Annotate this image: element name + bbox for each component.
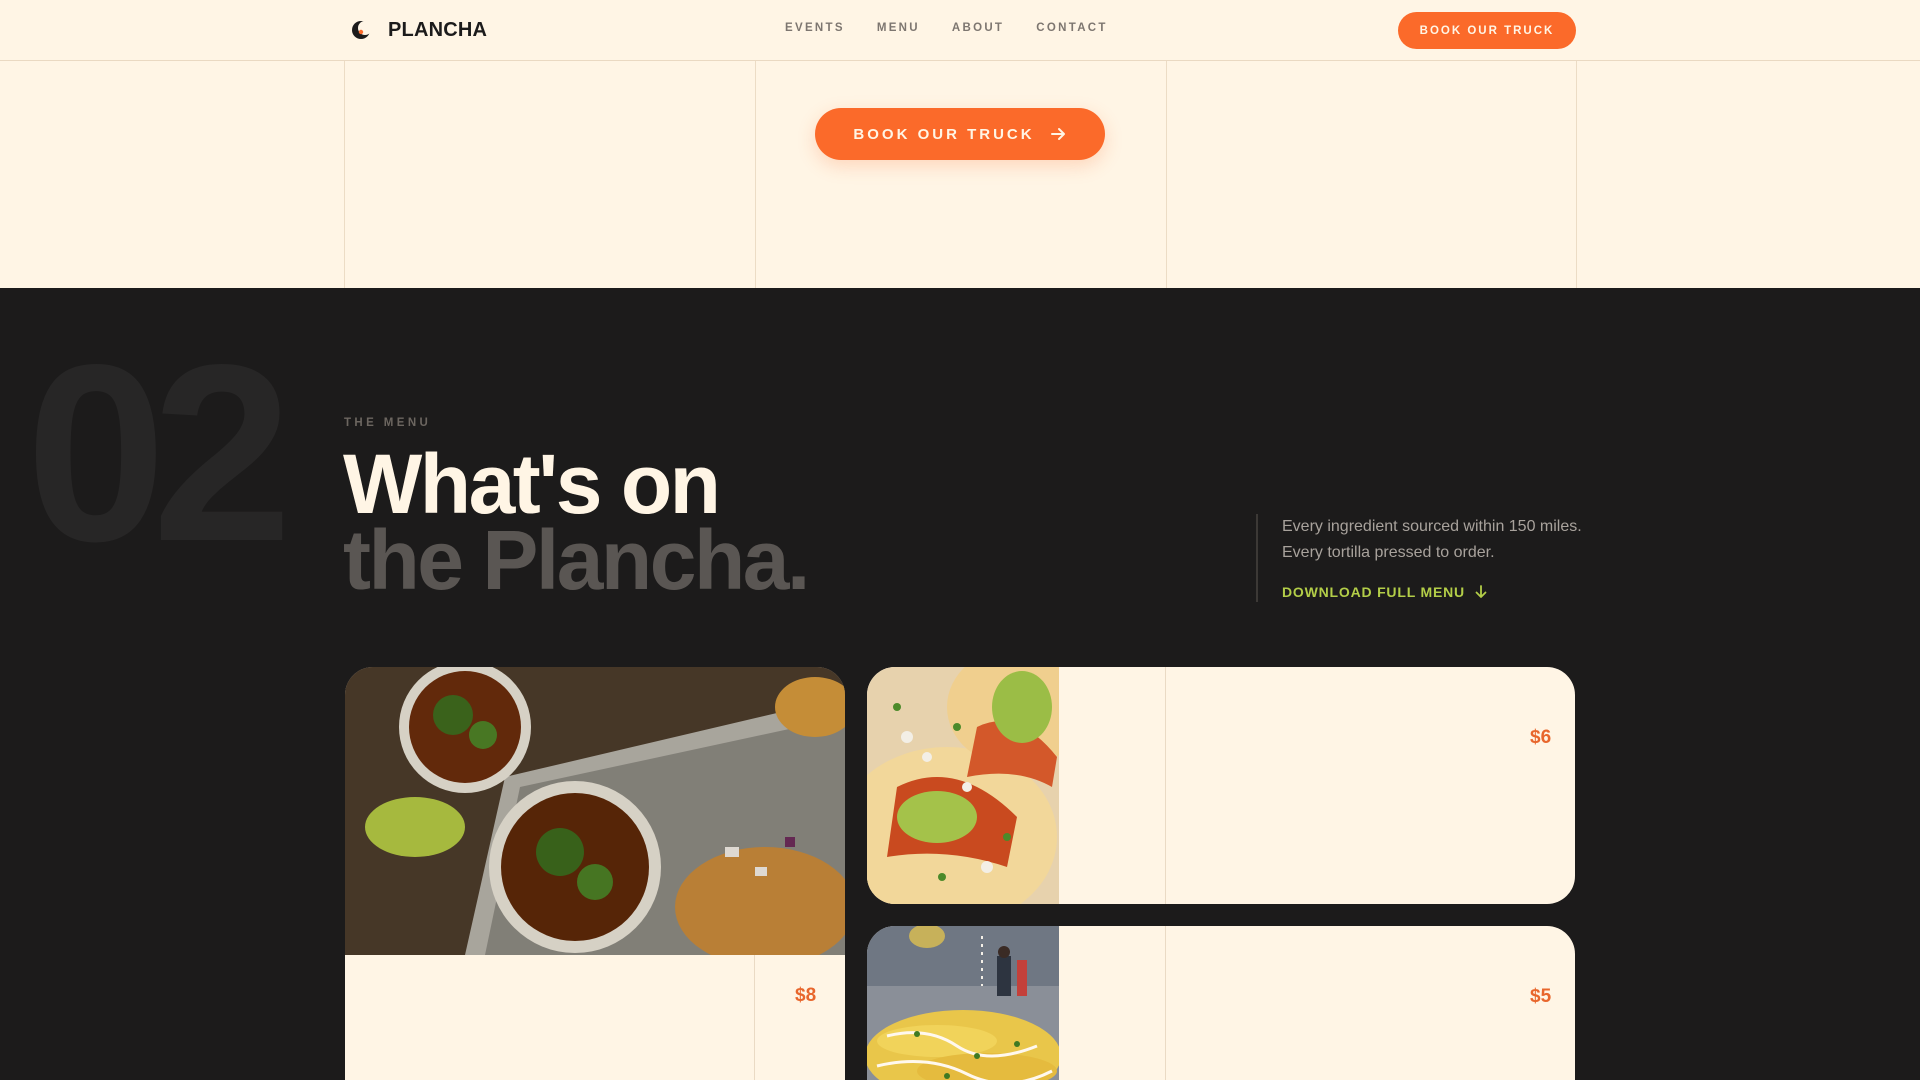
- menu-card-al-pastor[interactable]: $6: [867, 667, 1575, 904]
- arrow-down-icon: [1475, 585, 1487, 598]
- card-divider: [754, 955, 755, 1080]
- price-tag: $6: [1530, 727, 1552, 748]
- book-truck-hero-label: BOOK OUR TRUCK: [853, 125, 1035, 143]
- menu-section: 02 THE MENU What's on the Plancha. Every…: [0, 288, 1920, 1080]
- al-pastor-tacos-photo: [867, 667, 1059, 904]
- menu-intro: Every ingredient sourced within 150 mile…: [1256, 514, 1586, 602]
- elote-photo: [867, 926, 1059, 1080]
- grid-divider: [1166, 61, 1167, 288]
- nav-about[interactable]: ABOUT: [952, 22, 1004, 34]
- price-tag: $5: [1530, 986, 1552, 1007]
- hero-section: BOOK OUR TRUCK: [0, 61, 1920, 288]
- nav-events[interactable]: EVENTS: [785, 22, 845, 34]
- card-divider: [1165, 667, 1166, 904]
- menu-description: Every ingredient sourced within 150 mile…: [1282, 518, 1582, 561]
- menu-card-birria[interactable]: $8: [345, 667, 845, 1080]
- nav-menu[interactable]: MENU: [877, 22, 920, 34]
- brand-name: PLANCHA: [388, 18, 488, 41]
- grid-divider: [1576, 61, 1577, 288]
- section-headline: What's on the Plancha.: [343, 442, 810, 607]
- crescent-logo-icon: [352, 21, 372, 39]
- arrow-right-icon: [1050, 128, 1065, 140]
- birria-tacos-photo: [345, 667, 845, 955]
- grid-divider: [344, 61, 345, 288]
- grid-divider: [755, 61, 756, 288]
- brand-logo[interactable]: PLANCHA: [350, 17, 487, 43]
- download-menu-link[interactable]: DOWNLOAD FULL MENU: [1282, 584, 1586, 600]
- book-truck-hero-button[interactable]: BOOK OUR TRUCK: [815, 108, 1105, 160]
- headline-line-2: the Plancha.: [343, 513, 810, 607]
- section-eyebrow: THE MENU: [344, 417, 432, 429]
- section-number: 02: [26, 313, 292, 594]
- card-divider: [1165, 926, 1166, 1080]
- nav-contact[interactable]: CONTACT: [1036, 22, 1107, 34]
- download-menu-label: DOWNLOAD FULL MENU: [1282, 584, 1465, 600]
- book-truck-header-button[interactable]: BOOK OUR TRUCK: [1398, 12, 1576, 49]
- menu-card-elote[interactable]: $5: [867, 926, 1575, 1080]
- top-nav-bar: PLANCHA EVENTS MENU ABOUT CONTACT BOOK O…: [0, 0, 1920, 61]
- price-tag: $8: [795, 985, 817, 1006]
- main-navigation: EVENTS MENU ABOUT CONTACT: [785, 22, 1140, 34]
